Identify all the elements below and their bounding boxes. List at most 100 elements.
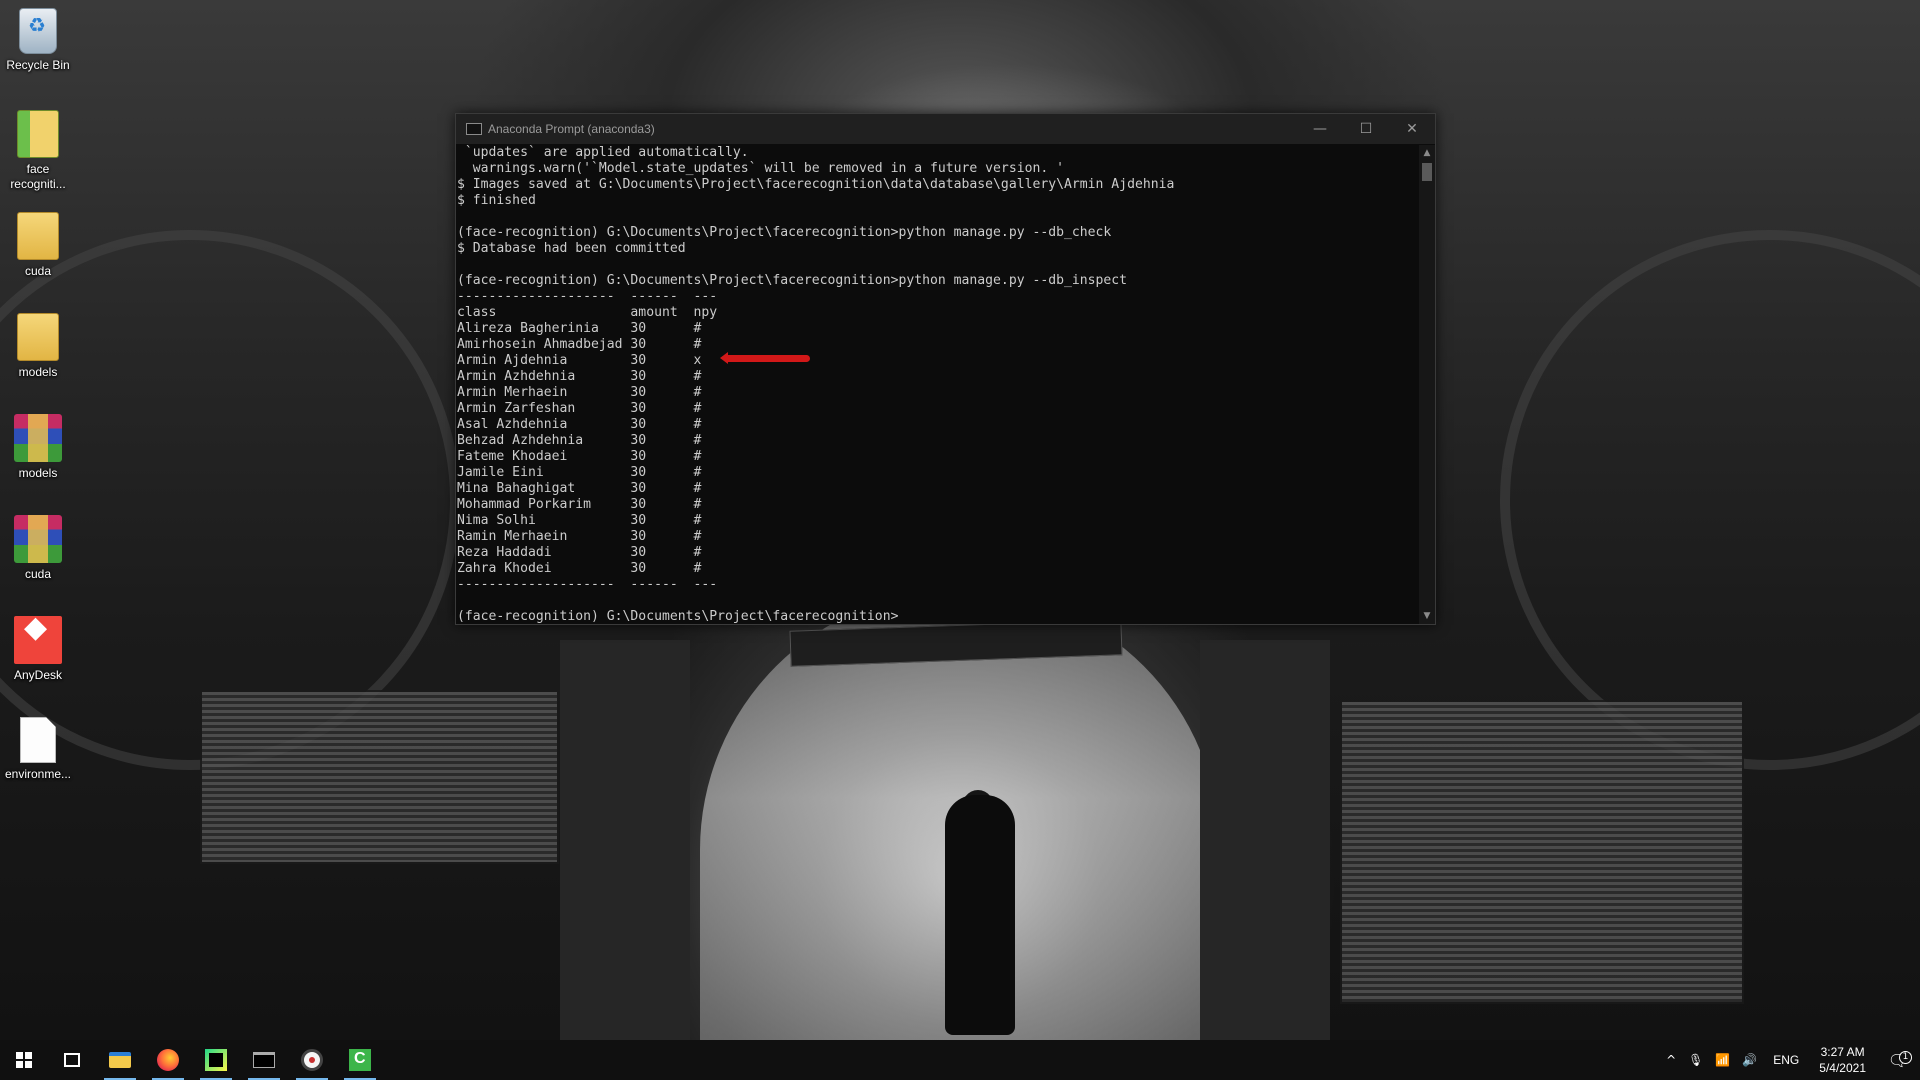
microphone-icon[interactable]: 🎙 bbox=[1682, 1053, 1709, 1067]
desktop-icon-label: cuda bbox=[24, 567, 52, 581]
task-view-icon bbox=[64, 1053, 80, 1067]
console-line: Mina Bahaghigat 30 # bbox=[457, 481, 702, 496]
desktop-icon-face-recognition[interactable]: face recogniti... bbox=[0, 110, 76, 192]
taskbar-command-prompt[interactable] bbox=[240, 1040, 288, 1080]
console-line: (face-recognition) G:\Documents\Project\… bbox=[457, 225, 1112, 240]
desktop-icon-label: environme... bbox=[4, 767, 72, 781]
taskbar-file-explorer[interactable] bbox=[96, 1040, 144, 1080]
anaconda-prompt-window[interactable]: Anaconda Prompt (anaconda3) — ☐ ✕ `updat… bbox=[455, 113, 1436, 625]
desktop-icon-cuda-archive[interactable]: cuda bbox=[0, 515, 76, 582]
file-icon bbox=[20, 717, 56, 763]
scroll-thumb[interactable] bbox=[1422, 163, 1432, 181]
desktop-icon-label: face recogniti... bbox=[10, 162, 66, 191]
console-output[interactable]: `updates` are applied automatically. war… bbox=[456, 145, 1419, 624]
wallpaper-person bbox=[945, 795, 1015, 1035]
desktop-icon-label: cuda bbox=[24, 264, 52, 278]
console-line: Armin Azhdehnia 30 # bbox=[457, 369, 702, 384]
console-line: -------------------- ------ --- bbox=[457, 577, 718, 592]
action-center-button[interactable]: 🗨 1 bbox=[1876, 1050, 1920, 1070]
console-line: class amount npy bbox=[457, 305, 718, 320]
clock-time: 3:27 AM bbox=[1820, 1045, 1865, 1059]
console-line: Alireza Bagherinia 30 # bbox=[457, 321, 702, 336]
input-language[interactable]: ENG bbox=[1763, 1053, 1809, 1067]
taskbar: ^ 🎙 📶 🔊 ENG 3:27 AM 5/4/2021 🗨 1 bbox=[0, 1040, 1920, 1080]
console-line: $ Database had been committed bbox=[457, 241, 686, 256]
red-annotation-arrow bbox=[720, 352, 810, 364]
desktop-icon-label: models bbox=[18, 365, 58, 379]
console-line: $ finished bbox=[457, 193, 536, 208]
console-app-icon bbox=[466, 123, 482, 135]
desktop-icon-models-archive[interactable]: models bbox=[0, 414, 76, 481]
scroll-down-arrow[interactable]: ▼ bbox=[1419, 608, 1435, 624]
close-button[interactable]: ✕ bbox=[1389, 114, 1435, 144]
desktop-icon-anydesk[interactable]: AnyDesk bbox=[0, 616, 76, 683]
console-line: warnings.warn('`Model.state_updates` wil… bbox=[457, 161, 1064, 176]
recycle-bin-icon bbox=[19, 8, 57, 54]
console-line: Asal Azhdehnia 30 # bbox=[457, 417, 702, 432]
camtasia-icon bbox=[349, 1049, 371, 1071]
scroll-up-arrow[interactable]: ▲ bbox=[1419, 145, 1435, 161]
console-line: -------------------- ------ --- bbox=[457, 289, 718, 304]
desktop-icon-models-folder[interactable]: models bbox=[0, 313, 76, 380]
volume-icon[interactable]: 🔊 bbox=[1736, 1053, 1763, 1067]
console-line: $ Images saved at G:\Documents\Project\f… bbox=[457, 177, 1175, 192]
taskbar-obs[interactable] bbox=[288, 1040, 336, 1080]
taskbar-camtasia[interactable] bbox=[336, 1040, 384, 1080]
network-icon[interactable]: 📶 bbox=[1709, 1053, 1736, 1067]
wallpaper-pillar-right bbox=[1200, 640, 1330, 1040]
taskbar-firefox[interactable] bbox=[144, 1040, 192, 1080]
system-tray: ^ 🎙 📶 🔊 ENG 3:27 AM 5/4/2021 🗨 1 bbox=[1660, 1040, 1920, 1080]
console-line: Ramin Merhaein 30 # bbox=[457, 529, 702, 544]
folder-icon bbox=[17, 212, 59, 260]
task-view-button[interactable] bbox=[48, 1040, 96, 1080]
start-button[interactable] bbox=[0, 1040, 48, 1080]
pycharm-icon bbox=[205, 1049, 227, 1071]
console-line: Reza Haddadi 30 # bbox=[457, 545, 702, 560]
firefox-icon bbox=[157, 1049, 179, 1071]
console-line: Nima Solhi 30 # bbox=[457, 513, 702, 528]
anydesk-icon bbox=[14, 616, 62, 664]
winrar-archive-icon bbox=[14, 515, 62, 563]
wallpaper-shutter-right bbox=[1340, 700, 1744, 1004]
wallpaper-shutter-left bbox=[200, 690, 559, 864]
console-line: Zahra Khodei 30 # bbox=[457, 561, 702, 576]
desktop-icon-environment-file[interactable]: environme... bbox=[0, 717, 76, 782]
file-explorer-icon bbox=[109, 1052, 131, 1068]
wallpaper-dome-ring-right bbox=[1500, 230, 1920, 770]
notification-count-badge: 1 bbox=[1899, 1050, 1912, 1064]
console-line: Armin Ajdehnia 30 x bbox=[457, 353, 702, 368]
maximize-button[interactable]: ☐ bbox=[1343, 114, 1389, 144]
window-titlebar[interactable]: Anaconda Prompt (anaconda3) — ☐ ✕ bbox=[456, 114, 1435, 144]
console-line: `updates` are applied automatically. bbox=[457, 145, 749, 160]
desktop-icon-recycle-bin[interactable]: Recycle Bin bbox=[0, 8, 76, 73]
console-line: Fateme Khodaei 30 # bbox=[457, 449, 702, 464]
console-line: Armin Merhaein 30 # bbox=[457, 385, 702, 400]
minimize-button[interactable]: — bbox=[1297, 114, 1343, 144]
window-title: Anaconda Prompt (anaconda3) bbox=[488, 122, 655, 136]
windows-start-icon bbox=[16, 1052, 32, 1068]
console-line: Armin Zarfeshan 30 # bbox=[457, 401, 702, 416]
console-line: Amirhosein Ahmadbejad 30 # bbox=[457, 337, 702, 352]
wallpaper-pillar-left bbox=[560, 640, 690, 1040]
desktop-icon-cuda-folder[interactable]: cuda bbox=[0, 212, 76, 279]
folder-icon bbox=[17, 313, 59, 361]
console-line: (face-recognition) G:\Documents\Project\… bbox=[457, 273, 1128, 288]
clock[interactable]: 3:27 AM 5/4/2021 bbox=[1809, 1044, 1876, 1076]
show-hidden-icons-chevron-icon[interactable]: ^ bbox=[1660, 1053, 1682, 1067]
console-line: (face-recognition) G:\Documents\Project\… bbox=[457, 609, 899, 624]
console-line: Jamile Eini 30 # bbox=[457, 465, 702, 480]
desktop-icon-label: Recycle Bin bbox=[6, 58, 70, 72]
folder-icon bbox=[17, 110, 59, 158]
desktop-icon-label: AnyDesk bbox=[13, 668, 63, 682]
console-line: Behzad Azhdehnia 30 # bbox=[457, 433, 702, 448]
obs-icon bbox=[301, 1049, 323, 1071]
vertical-scrollbar[interactable]: ▲ ▼ bbox=[1419, 145, 1435, 624]
taskbar-pycharm[interactable] bbox=[192, 1040, 240, 1080]
console-line: Mohammad Porkarim 30 # bbox=[457, 497, 702, 512]
winrar-archive-icon bbox=[14, 414, 62, 462]
desktop-icon-label: models bbox=[18, 466, 58, 480]
command-prompt-icon bbox=[253, 1052, 275, 1068]
